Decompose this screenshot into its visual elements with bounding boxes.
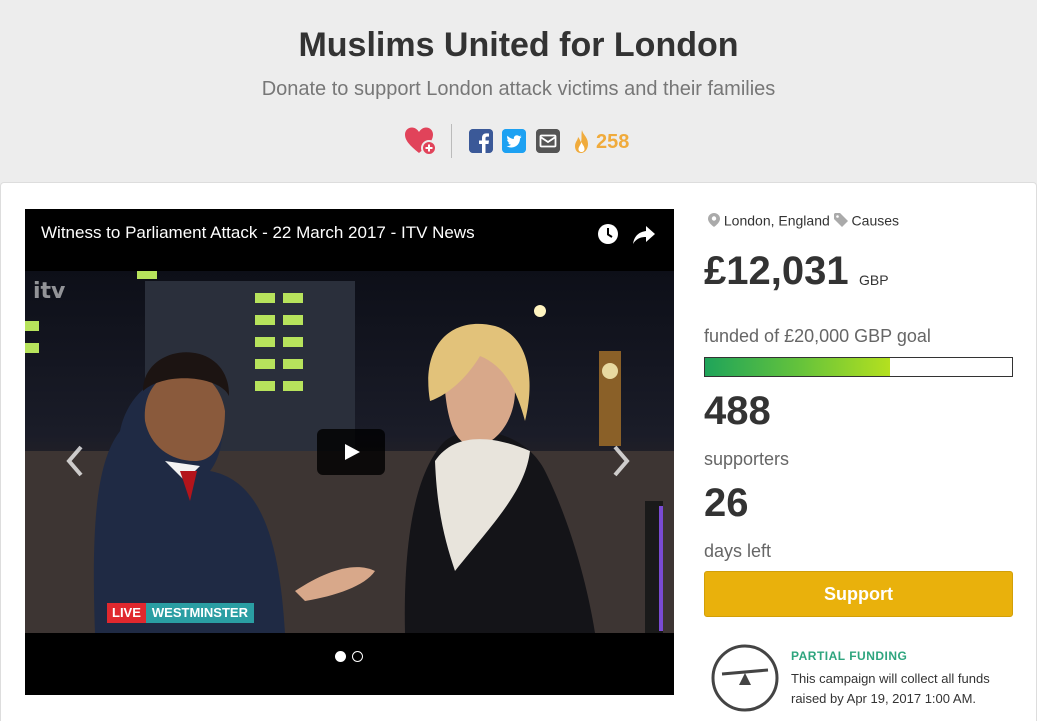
days-left-label: days left: [704, 541, 772, 561]
carousel-dots: [335, 651, 365, 663]
fire-icon: [575, 130, 588, 153]
supporters-label: supporters: [704, 449, 790, 469]
clock-icon[interactable]: [597, 223, 619, 245]
social-bar: 258: [0, 124, 1037, 158]
live-banner: LIVE WESTMINSTER: [107, 603, 254, 623]
supporters-count: 488: [704, 389, 771, 433]
carousel-dot-1[interactable]: [335, 651, 346, 662]
carousel-dot-2[interactable]: [352, 651, 363, 662]
location-link[interactable]: London, England: [724, 212, 830, 228]
map-pin-icon: [708, 213, 720, 228]
scale-icon: [711, 644, 779, 712]
twitter-icon[interactable]: [502, 129, 526, 153]
play-icon[interactable]: [317, 429, 385, 475]
live-label: LIVE: [107, 603, 146, 623]
funding-progress-bar: [704, 357, 1013, 377]
partial-funding-title: PARTIAL FUNDING: [791, 649, 908, 663]
support-button[interactable]: Support: [704, 571, 1013, 617]
facebook-icon[interactable]: [469, 129, 493, 153]
amount-currency: GBP: [859, 272, 889, 288]
social-divider: [451, 124, 452, 158]
funding-progress-fill: [705, 358, 890, 376]
page-title: Muslims United for London: [298, 26, 739, 64]
video-player[interactable]: Witness to Parliament Attack - 22 March …: [25, 209, 674, 695]
video-title[interactable]: Witness to Parliament Attack - 22 March …: [41, 223, 475, 243]
chevron-left-icon[interactable]: [63, 443, 87, 479]
location-label: WESTMINSTER: [145, 603, 254, 623]
chevron-right-icon[interactable]: [609, 443, 633, 479]
itv-logo: itv: [33, 279, 66, 304]
tag-icon: [833, 213, 848, 228]
page-subtitle: Donate to support London attack victims …: [261, 78, 776, 100]
campaign-card: Witness to Parliament Attack - 22 March …: [0, 182, 1037, 721]
days-left-count: 26: [704, 481, 749, 525]
funding-goal: funded of £20,000 GBP goal: [704, 326, 931, 346]
mail-icon[interactable]: [536, 129, 560, 153]
heart-plus-icon[interactable]: [404, 126, 438, 156]
campaign-header: Muslims United for London Donate to supp…: [0, 0, 1037, 182]
campaign-meta: London, England Causes: [708, 211, 899, 228]
partial-funding-text: This campaign will collect all funds rai…: [791, 671, 990, 706]
amount-raised: £12,031: [704, 249, 849, 293]
category-link[interactable]: Causes: [852, 212, 899, 228]
fire-count: 258: [596, 131, 630, 153]
share-icon[interactable]: [632, 223, 656, 245]
video-frame[interactable]: itv LIVE WESTMINSTER: [25, 271, 674, 633]
